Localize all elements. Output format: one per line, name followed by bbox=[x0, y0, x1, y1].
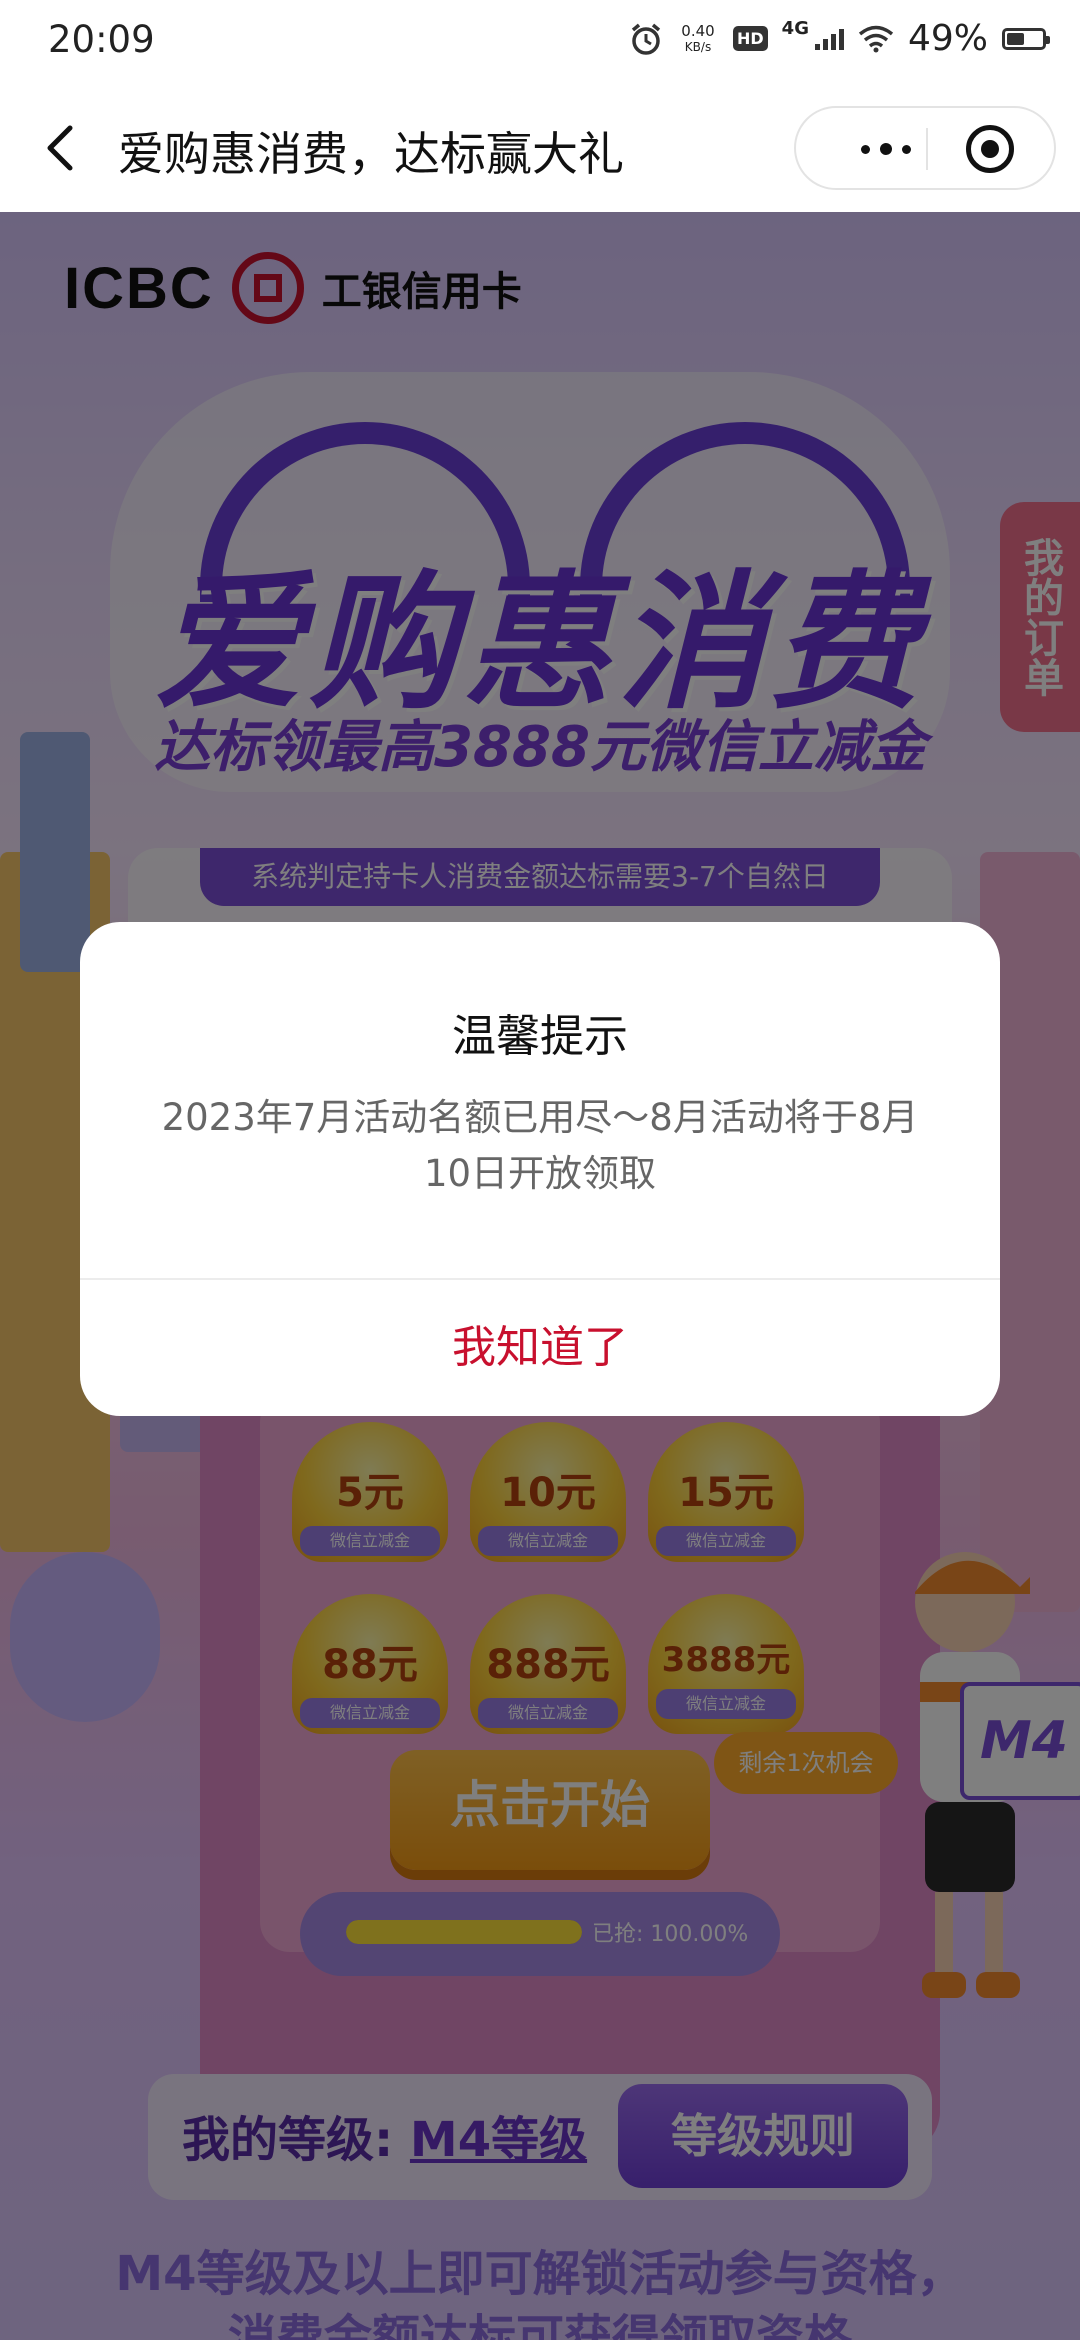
status-time: 20:09 bbox=[48, 18, 155, 61]
net-speed: 0.40 KB/s bbox=[677, 23, 719, 55]
miniprogram-close-icon[interactable] bbox=[966, 125, 1014, 173]
dialog-message: 2023年7月活动名额已用尽～8月活动将于8月10日开放领取 bbox=[161, 1096, 919, 1195]
capsule-divider bbox=[926, 128, 928, 170]
chevron-left-icon[interactable] bbox=[38, 120, 86, 176]
tip-dialog: 温馨提示 2023年7月活动名额已用尽～8月活动将于8月10日开放领取 我知道了 bbox=[80, 922, 1000, 1416]
hd-icon: HD bbox=[733, 26, 768, 51]
wifi-icon bbox=[858, 25, 894, 52]
net-speed-value: 0.40 bbox=[681, 21, 715, 40]
net-speed-unit: KB/s bbox=[684, 39, 712, 54]
dialog-confirm-button[interactable]: 我知道了 bbox=[80, 1280, 1000, 1416]
status-bar: 20:09 0.40 KB/s HD 4G 49% bbox=[0, 0, 1080, 82]
battery-percent: 49% bbox=[907, 18, 988, 59]
page-title: 爱购惠消费，达标赢大礼 bbox=[118, 127, 624, 181]
status-icons: 0.40 KB/s HD 4G 49% bbox=[629, 18, 1050, 59]
network-type: 4G bbox=[781, 18, 809, 39]
signal-icon bbox=[814, 28, 844, 50]
nav-bar: 爱购惠消费，达标赢大礼 bbox=[0, 82, 1080, 212]
dialog-title: 温馨提示 bbox=[452, 1011, 628, 1062]
battery-fill bbox=[1007, 32, 1024, 45]
more-dots-icon[interactable] bbox=[836, 134, 936, 164]
battery-icon bbox=[1002, 27, 1050, 50]
miniprogram-capsule bbox=[794, 106, 1056, 190]
alarm-icon bbox=[631, 23, 661, 55]
